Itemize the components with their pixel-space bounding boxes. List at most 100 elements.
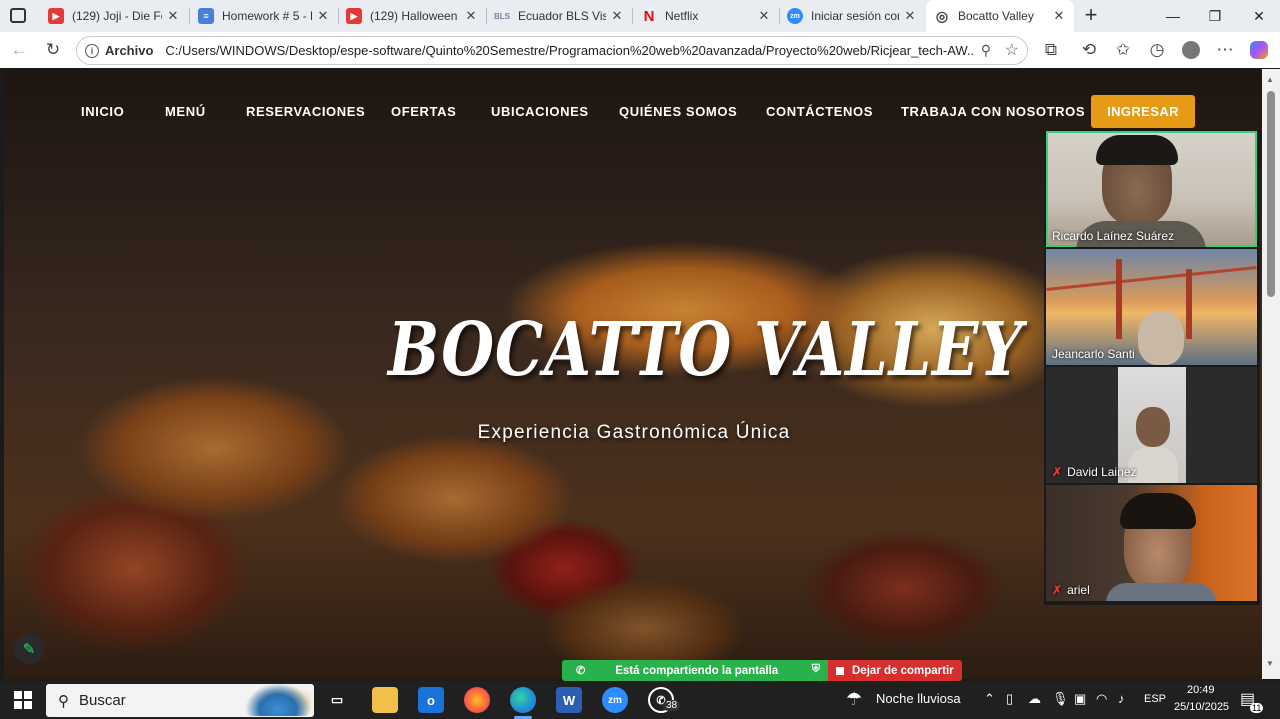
wifi-icon[interactable]: ◠: [1096, 691, 1107, 707]
stop-share-button[interactable]: Dejar de compartir: [828, 660, 962, 681]
scrollbar-thumb[interactable]: [1267, 91, 1275, 297]
history-icon[interactable]: ◷: [1144, 38, 1170, 62]
info-icon[interactable]: i: [85, 43, 99, 58]
participant-name: Ricardo Laínez Suárez: [1052, 229, 1175, 243]
hero-subtitle: Experiencia Gastronómica Única: [477, 422, 791, 443]
nav-menu[interactable]: MENÚ: [165, 104, 206, 119]
copilot-icon[interactable]: [1246, 38, 1272, 62]
close-tab-icon[interactable]: ✕: [316, 8, 330, 24]
reload-icon[interactable]: ↻: [40, 38, 66, 62]
windows-taskbar: ⚲ Buscar ▭ o W zm ✆ 38 ☂ Noche lluviosa …: [0, 681, 1280, 719]
browser-tab-strip: ▶ (129) Joji - Die For ✕ ≡ Homework # 5 …: [0, 0, 1280, 32]
zoom-video-panel: Ricardo Laínez Suárez Jeancarlo Santi ✗ …: [1044, 129, 1260, 605]
video-tile[interactable]: Jeancarlo Santi: [1046, 249, 1257, 365]
outlook-icon[interactable]: o: [418, 687, 444, 713]
profile-avatar[interactable]: [1178, 38, 1204, 62]
close-tab-icon[interactable]: ✕: [757, 8, 771, 24]
globe-icon: ◎: [935, 7, 949, 24]
camera-icon[interactable]: ▣: [1074, 691, 1086, 707]
notifications-badge: 11: [1250, 703, 1264, 713]
video-tile[interactable]: ✗ ariel: [1046, 485, 1257, 601]
video-tile[interactable]: Ricardo Laínez Suárez: [1046, 131, 1257, 247]
nav-inicio[interactable]: INICIO: [81, 104, 124, 119]
nav-ubicaciones[interactable]: UBICACIONES: [491, 104, 589, 119]
bls-icon: BLS: [494, 11, 510, 21]
restore-button[interactable]: ❐: [1192, 0, 1238, 32]
share-status[interactable]: ✆ Está compartiendo la pantalla ⛨: [562, 660, 828, 681]
participant-name: David Lainez: [1067, 465, 1137, 479]
edge-icon[interactable]: [510, 687, 536, 713]
youtube-icon: ▶: [48, 8, 64, 24]
stop-icon: [836, 666, 844, 675]
muted-microphone-icon: ✗: [1052, 583, 1063, 597]
zoom-icon: zm: [787, 8, 803, 24]
device-icon[interactable]: ▯: [1006, 691, 1013, 707]
tab-bls[interactable]: BLS Ecuador BLS Visa ✕: [486, 2, 632, 30]
phone-icon: ✆: [576, 665, 586, 677]
nav-contactenos[interactable]: CONTÁCTENOS: [766, 104, 873, 119]
tab-homework[interactable]: ≡ Homework # 5 - D ✕: [190, 2, 338, 30]
chevron-up-icon[interactable]: ⌃: [984, 691, 995, 707]
new-tab-button[interactable]: +: [1080, 3, 1102, 27]
extensions-icon[interactable]: ⧉: [1038, 38, 1064, 62]
more-menu-icon[interactable]: ⋯: [1212, 38, 1238, 62]
close-tab-icon[interactable]: ✕: [1052, 8, 1066, 24]
back-arrow-icon[interactable]: ←: [6, 38, 32, 62]
participant-name: Jeancarlo Santi: [1052, 347, 1135, 361]
scroll-down-arrow-icon[interactable]: ▼: [1266, 659, 1274, 668]
tab-zoom[interactable]: zm Iniciar sesión con ✕: [779, 2, 925, 30]
hero-title: BOCATTO VALLEY: [388, 307, 1024, 393]
youtube-icon: ▶: [346, 8, 362, 24]
edit-pencil-icon[interactable]: ✎: [14, 634, 44, 664]
weather-icon[interactable]: ☂: [846, 689, 862, 710]
netflix-icon: N: [643, 7, 655, 25]
nav-reservaciones[interactable]: RESERVACIONES: [246, 104, 365, 119]
page-scrollbar[interactable]: ▲ ▼: [1262, 69, 1280, 679]
close-window-button[interactable]: ✕: [1236, 0, 1280, 32]
tab-joji[interactable]: ▶ (129) Joji - Die For ✕: [40, 2, 188, 30]
nav-quienes-somos[interactable]: QUIÉNES SOMOS: [619, 104, 737, 119]
close-tab-icon[interactable]: ✕: [166, 8, 180, 24]
weather-text[interactable]: Noche lluviosa: [876, 691, 961, 706]
muted-microphone-icon: ✗: [1052, 465, 1063, 479]
screen-share-bar: ✆ Está compartiendo la pantalla ⛨ Dejar …: [562, 660, 962, 681]
clock-time[interactable]: 20:49: [1187, 684, 1215, 696]
zoom-magnifier-icon[interactable]: ⚲: [981, 42, 991, 59]
scroll-up-arrow-icon[interactable]: ▲: [1266, 75, 1274, 84]
search-highlight-image: [245, 683, 311, 716]
browser-toolbar: ← ↻ i Archivo C:/Users/WINDOWS/Desktop/e…: [0, 32, 1280, 68]
windows-start-icon[interactable]: [10, 687, 36, 713]
cloud-icon[interactable]: ☁: [1028, 691, 1041, 707]
close-tab-icon[interactable]: ✕: [464, 8, 478, 24]
clock-date[interactable]: 25/10/2025: [1174, 701, 1229, 713]
site-navigation: INICIO MENÚ RESERVACIONES OFERTAS UBICAC…: [4, 95, 1204, 129]
video-tile[interactable]: ✗ David Lainez: [1046, 367, 1257, 483]
docs-icon: ≡: [198, 8, 214, 24]
favorites-icon[interactable]: ✩: [1110, 38, 1136, 62]
login-button[interactable]: INGRESAR: [1091, 95, 1195, 128]
address-bar[interactable]: i Archivo C:/Users/WINDOWS/Desktop/espe-…: [76, 36, 1028, 65]
whatsapp-badge: 38: [663, 700, 681, 711]
nav-trabaja-con-nosotros[interactable]: TRABAJA CON NOSOTROS: [901, 104, 1085, 119]
nav-ofertas[interactable]: OFERTAS: [391, 104, 456, 119]
favorite-star-icon[interactable]: ☆: [1005, 40, 1019, 60]
close-tab-icon[interactable]: ✕: [903, 8, 917, 24]
tab-actions-icon[interactable]: [10, 8, 26, 23]
volume-icon[interactable]: ♪: [1118, 691, 1125, 706]
firefox-icon[interactable]: [464, 687, 490, 713]
word-icon[interactable]: W: [556, 687, 582, 713]
microphone-icon[interactable]: 🎙: [1052, 691, 1069, 707]
close-tab-icon[interactable]: ✕: [610, 8, 624, 24]
tab-bocatto-valley[interactable]: ◎ Bocatto Valley ✕: [926, 0, 1074, 32]
tab-halloween[interactable]: ▶ (129) Halloween (l ✕: [338, 2, 486, 30]
minimize-button[interactable]: —: [1150, 0, 1196, 32]
tab-netflix[interactable]: N Netflix ✕: [633, 2, 779, 30]
task-view-icon[interactable]: ▭: [324, 687, 350, 713]
file-explorer-icon[interactable]: [372, 687, 398, 713]
zoom-app-icon[interactable]: zm: [602, 687, 628, 713]
participant-video: [1138, 311, 1184, 365]
browser-essentials-icon[interactable]: ⟲: [1076, 38, 1102, 62]
participant-name: ariel: [1067, 583, 1090, 597]
shield-icon: ⛨: [811, 663, 820, 675]
language-indicator[interactable]: ESP: [1144, 693, 1166, 705]
